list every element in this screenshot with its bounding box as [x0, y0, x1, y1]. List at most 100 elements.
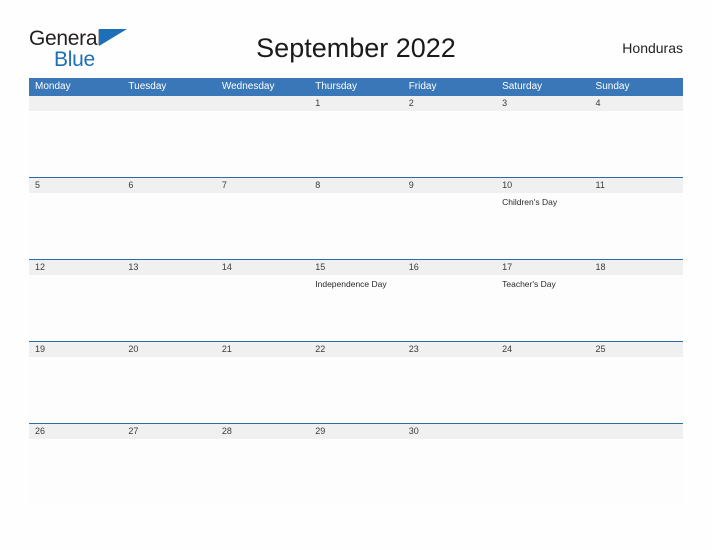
day-cell[interactable] — [309, 439, 402, 505]
day-cell[interactable] — [590, 193, 683, 259]
calendar-grid: Monday Tuesday Wednesday Thursday Friday Satu… — [29, 78, 683, 505]
holiday-label: Teacher's Day — [502, 279, 556, 289]
day-number-empty — [122, 96, 215, 111]
holiday-label: Independence Day — [315, 279, 387, 289]
day-cell[interactable] — [29, 439, 122, 505]
weekday-header-saturday: Saturday — [502, 81, 543, 92]
day-number[interactable]: 17 — [496, 260, 589, 275]
day-number[interactable]: 11 — [590, 178, 683, 193]
day-cell[interactable] — [122, 357, 215, 423]
day-cell — [122, 111, 215, 177]
day-number[interactable]: 29 — [309, 424, 402, 439]
day-number[interactable]: 9 — [403, 178, 496, 193]
day-number[interactable]: 13 — [122, 260, 215, 275]
week-date-band: 26 27 28 29 30 — [29, 424, 683, 439]
day-cell[interactable] — [216, 357, 309, 423]
day-cell[interactable] — [309, 193, 402, 259]
calendar-week-row: 1234 — [29, 96, 683, 177]
day-number[interactable]: 19 — [29, 342, 122, 357]
week-event-band — [29, 439, 683, 505]
day-cell[interactable] — [590, 357, 683, 423]
day-number[interactable]: 2 — [403, 96, 496, 111]
day-number[interactable]: 24 — [496, 342, 589, 357]
day-cell[interactable]: Teacher's Day — [496, 275, 589, 341]
day-cell[interactable] — [122, 275, 215, 341]
week-date-band: 19 20 21 22 23 24 25 — [29, 342, 683, 357]
day-number[interactable]: 4 — [590, 96, 683, 111]
day-cell[interactable] — [403, 111, 496, 177]
week-event-band: Independence Day Teacher's Day — [29, 275, 683, 341]
day-number[interactable]: 30 — [403, 424, 496, 439]
day-number[interactable]: 14 — [216, 260, 309, 275]
weekday-header-wednesday: Wednesday — [221, 81, 275, 92]
day-number[interactable]: 3 — [496, 96, 589, 111]
day-cell[interactable] — [122, 193, 215, 259]
week-date-band: 12 13 14 15 16 17 18 — [29, 260, 683, 275]
day-cell[interactable] — [403, 357, 496, 423]
calendar-week-row: 19 20 21 22 23 24 25 — [29, 341, 683, 423]
day-number-empty — [496, 424, 589, 439]
day-cell[interactable] — [403, 439, 496, 505]
day-cell[interactable]: Independence Day — [309, 275, 402, 341]
day-number[interactable]: 18 — [590, 260, 683, 275]
day-cell[interactable] — [590, 111, 683, 177]
calendar-page: General Blue September 2022 Honduras Mon… — [0, 0, 712, 550]
week-event-band — [29, 111, 683, 177]
weekday-header-row: Monday Tuesday Wednesday Thursday Friday Satu… — [29, 78, 683, 96]
page-title: September 2022 — [256, 33, 456, 63]
day-cell[interactable] — [496, 111, 589, 177]
day-number[interactable]: 8 — [309, 178, 402, 193]
week-event-band — [29, 357, 683, 423]
day-number[interactable]: 1 — [309, 96, 402, 111]
day-number[interactable]: 20 — [122, 342, 215, 357]
day-number-empty — [216, 96, 309, 111]
week-date-band: 5 6 7 8 9 10 11 — [29, 178, 683, 193]
day-cell[interactable] — [496, 357, 589, 423]
calendar-weeks: 1 2 3 4 5 6 7 8 9 10 11 Children's Day 12 13 14 15 16 17 1… — [29, 96, 683, 505]
day-number[interactable]: 16 — [403, 260, 496, 275]
weekday-header-friday: Friday — [408, 81, 437, 92]
day-cell[interactable] — [216, 439, 309, 505]
weekday-header-monday: Monday — [35, 81, 71, 92]
day-cell[interactable] — [403, 275, 496, 341]
week-event-band: Children's Day — [29, 193, 683, 259]
day-cell[interactable] — [122, 439, 215, 505]
day-cell[interactable] — [29, 275, 122, 341]
day-number-empty — [29, 96, 122, 111]
day-number[interactable]: 7 — [216, 178, 309, 193]
day-cell — [590, 439, 683, 505]
day-number[interactable]: 5 — [29, 178, 122, 193]
day-cell — [216, 111, 309, 177]
page-header: General Blue September 2022 Honduras — [29, 26, 683, 70]
day-number[interactable]: 12 — [29, 260, 122, 275]
day-number[interactable]: 27 — [122, 424, 215, 439]
holiday-label: Children's Day — [502, 197, 558, 207]
day-number-empty — [590, 424, 683, 439]
day-cell[interactable] — [216, 275, 309, 341]
day-number[interactable]: 22 — [309, 342, 402, 357]
day-number[interactable]: 25 — [590, 342, 683, 357]
day-number[interactable]: 28 — [216, 424, 309, 439]
week-date-band: 1234 — [29, 96, 683, 111]
day-number[interactable]: 21 — [216, 342, 309, 357]
day-cell[interactable]: Children's Day — [496, 193, 589, 259]
day-cell[interactable] — [403, 193, 496, 259]
day-cell — [29, 111, 122, 177]
day-number[interactable]: 15 — [309, 260, 402, 275]
day-number[interactable]: 10 — [496, 178, 589, 193]
country-label: Honduras — [622, 40, 683, 56]
day-number[interactable]: 23 — [403, 342, 496, 357]
day-cell[interactable] — [216, 193, 309, 259]
weekday-header-thursday: Thursday — [315, 81, 357, 92]
day-cell[interactable] — [309, 357, 402, 423]
day-number[interactable]: 6 — [122, 178, 215, 193]
weekday-header-tuesday: Tuesday — [128, 81, 167, 92]
day-cell[interactable] — [29, 193, 122, 259]
day-cell[interactable] — [309, 111, 402, 177]
day-number[interactable]: 26 — [29, 424, 122, 439]
day-cell — [496, 439, 589, 505]
calendar-week-row: 26 27 28 29 30 — [29, 423, 683, 505]
weekday-header-sunday: Sunday — [595, 81, 630, 92]
day-cell[interactable] — [590, 275, 683, 341]
day-cell[interactable] — [29, 357, 122, 423]
